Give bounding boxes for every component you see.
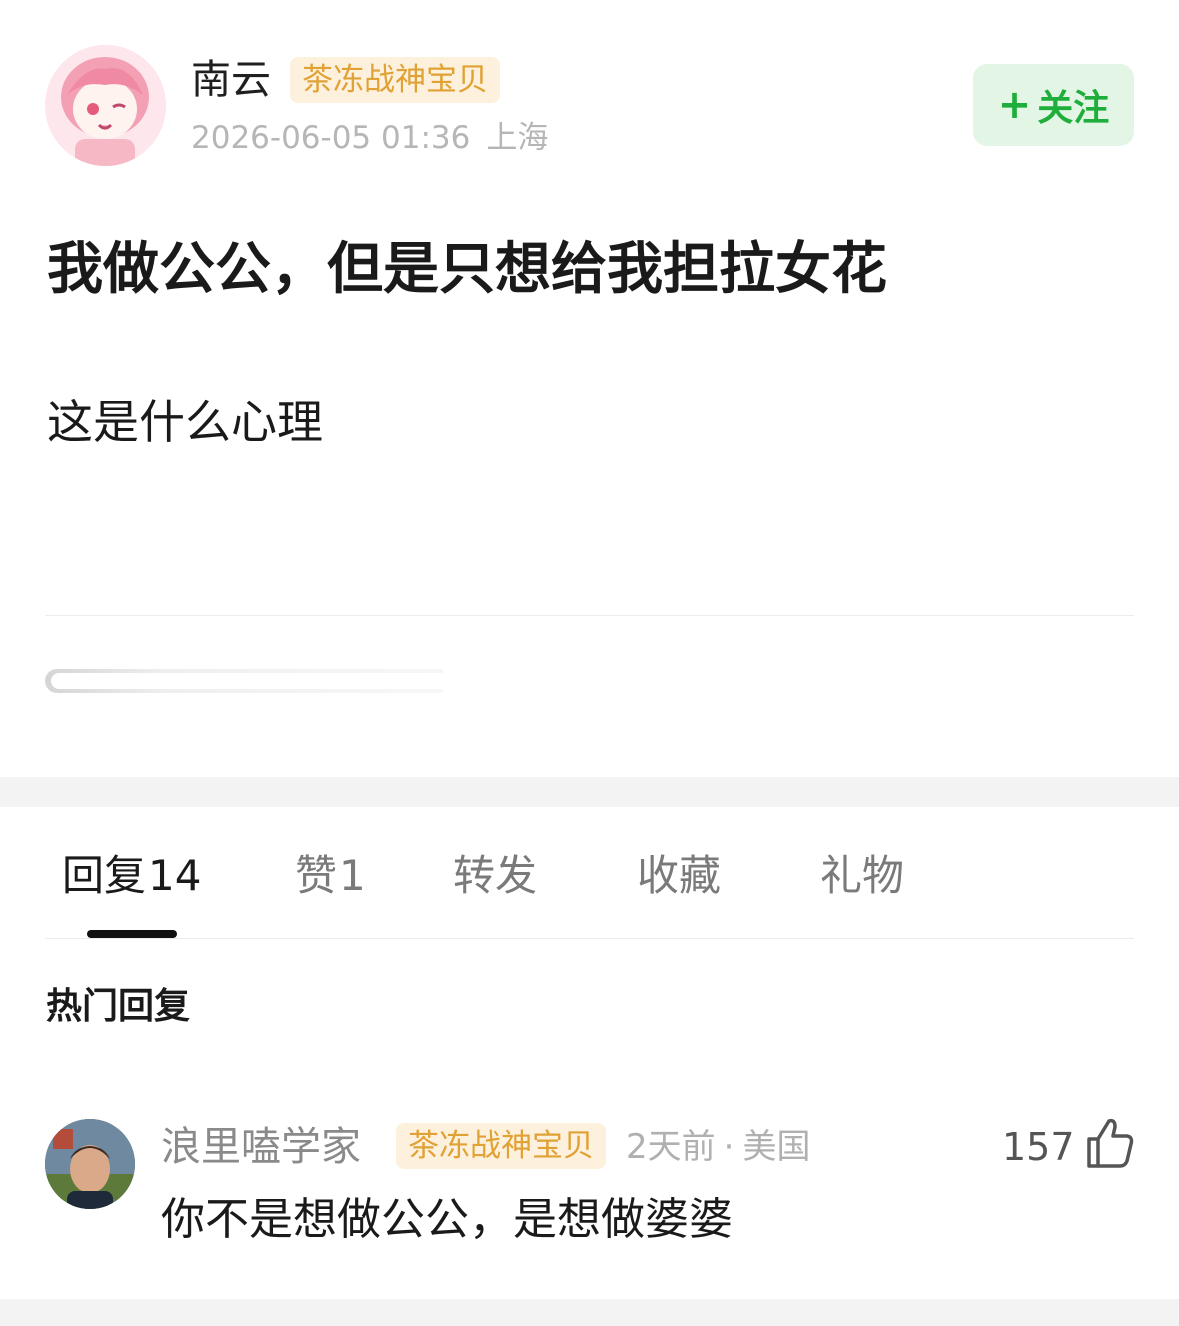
author-badge: 茶冻战神宝贝: [290, 57, 500, 103]
post-location: 上海: [486, 120, 549, 156]
tabs-divider: [45, 938, 1134, 939]
commenter-name[interactable]: 浪里嗑学家: [161, 1121, 361, 1173]
author-name[interactable]: 南云: [191, 54, 271, 106]
man-photo-avatar-icon: [45, 1119, 135, 1209]
tab-likes-label: 赞: [295, 851, 338, 900]
follow-button[interactable]: + 关注: [973, 64, 1134, 146]
comment-like-count: 157: [1002, 1125, 1075, 1169]
tab-likes[interactable]: 赞1: [295, 848, 366, 904]
thumbs-up-icon[interactable]: [1085, 1117, 1135, 1169]
active-tab-indicator: [87, 930, 177, 938]
tab-favorite[interactable]: 收藏: [637, 848, 721, 904]
tab-repost[interactable]: 转发: [453, 848, 537, 904]
post-title: 我做公公，但是只想给我担拉女花: [47, 237, 887, 302]
post-date: 2026-06-05 01:36: [191, 120, 471, 156]
anime-girl-avatar-icon: [45, 45, 166, 166]
hot-replies-heading: 热门回复: [46, 986, 191, 1027]
tab-replies-count: 14: [148, 851, 202, 900]
loading-placeholder-inner: [51, 673, 443, 689]
author-avatar[interactable]: [45, 45, 166, 166]
tab-gifts-label: 礼物: [820, 851, 905, 900]
comment-meta: 2天前 · 美国: [626, 1124, 810, 1170]
plus-icon: +: [997, 82, 1032, 128]
tab-gifts[interactable]: 礼物: [820, 848, 904, 904]
tab-replies[interactable]: 回复14: [62, 848, 201, 904]
tab-likes-count: 1: [339, 851, 366, 900]
comment-time: 2天前: [626, 1127, 716, 1167]
tab-replies-label: 回复: [62, 851, 147, 900]
content-divider: [45, 615, 1134, 616]
tab-repost-label: 转发: [453, 851, 538, 900]
bottom-separator: [0, 1299, 1179, 1326]
post-body: 这是什么心理: [47, 395, 323, 449]
follow-label: 关注: [1037, 88, 1110, 129]
commenter-avatar[interactable]: [45, 1119, 135, 1209]
post-meta: 2026-06-05 01:36 上海: [191, 116, 548, 160]
section-separator: [0, 777, 1179, 807]
meta-separator: ·: [723, 1127, 735, 1167]
commenter-badge: 茶冻战神宝贝: [396, 1123, 606, 1169]
comment-location: 美国: [742, 1127, 811, 1167]
tab-favorite-label: 收藏: [637, 851, 722, 900]
comment-text: 你不是想做公公，是想做婆婆: [161, 1194, 733, 1245]
